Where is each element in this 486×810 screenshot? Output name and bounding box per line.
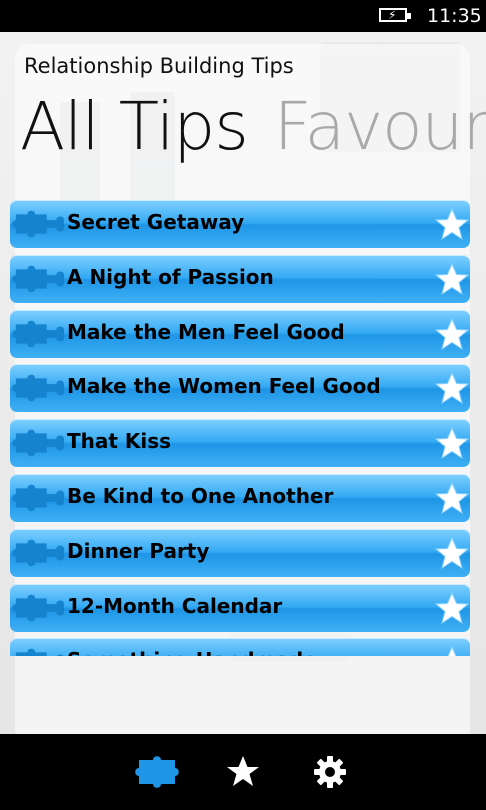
pivot-header: All Tips Favouri: [20, 88, 486, 165]
list-item[interactable]: A Night of Passion: [10, 254, 470, 303]
tip-label: Secret Getaway: [67, 210, 245, 234]
tab-all-tips[interactable]: All Tips: [20, 88, 249, 165]
list-item[interactable]: Dinner Party: [10, 528, 470, 577]
favourite-star-icon[interactable]: [435, 645, 469, 656]
list-item[interactable]: Secret Getaway: [10, 200, 470, 248]
tip-label: Make the Women Feel Good: [67, 374, 381, 399]
favourite-star-icon[interactable]: [435, 536, 469, 570]
puzzle-icon: [12, 320, 65, 347]
puzzle-icon: [12, 265, 65, 293]
app-page: Relationship Building Tips All Tips Favou…: [0, 32, 486, 734]
tip-label: A Night of Passion: [67, 264, 274, 289]
list-item[interactable]: Something Handmade: [10, 638, 470, 656]
puzzle-icon: [12, 539, 65, 567]
tips-list[interactable]: Secret Getaway A Night of Passion Make the…: [0, 200, 486, 656]
favourite-star-icon[interactable]: [435, 207, 469, 241]
favourite-star-icon[interactable]: [435, 371, 469, 405]
puzzle-icon[interactable]: [135, 752, 191, 792]
app-bar: [0, 734, 486, 810]
tip-label: Make the Men Feel Good: [67, 319, 345, 344]
puzzle-icon: [12, 484, 65, 512]
list-item[interactable]: Make the Men Feel Good: [10, 309, 470, 358]
favourite-star-icon[interactable]: [435, 591, 469, 625]
puzzle-icon: [12, 375, 65, 402]
favourite-star-icon[interactable]: [435, 426, 469, 460]
star-icon[interactable]: [224, 752, 262, 792]
list-item[interactable]: Make the Women Feel Good: [10, 364, 470, 413]
puzzle-icon: [12, 429, 65, 457]
puzzle-icon: [12, 210, 65, 238]
tip-label: Dinner Party: [67, 538, 210, 563]
list-item[interactable]: That Kiss: [10, 419, 470, 468]
favourite-star-icon[interactable]: [435, 481, 469, 515]
tip-label: 12-Month Calendar: [67, 593, 283, 618]
status-bar: ⚡ 11:35: [0, 0, 486, 32]
tip-label: Be Kind to One Another: [67, 484, 334, 508]
app-title: Relationship Building Tips: [24, 54, 294, 78]
puzzle-icon: [12, 594, 65, 621]
tip-label: Something Handmade: [67, 648, 317, 656]
battery-charging-icon: ⚡: [379, 8, 411, 22]
tip-label: That Kiss: [67, 429, 172, 454]
favourite-star-icon[interactable]: [435, 317, 469, 351]
clock: 11:35: [427, 5, 482, 27]
tab-favourites[interactable]: Favouri: [274, 88, 486, 165]
puzzle-icon: [15, 649, 64, 656]
gear-icon[interactable]: [310, 752, 350, 792]
list-item[interactable]: Be Kind to One Another: [10, 474, 470, 522]
favourite-star-icon[interactable]: [435, 262, 469, 296]
list-item[interactable]: 12-Month Calendar: [10, 583, 470, 632]
